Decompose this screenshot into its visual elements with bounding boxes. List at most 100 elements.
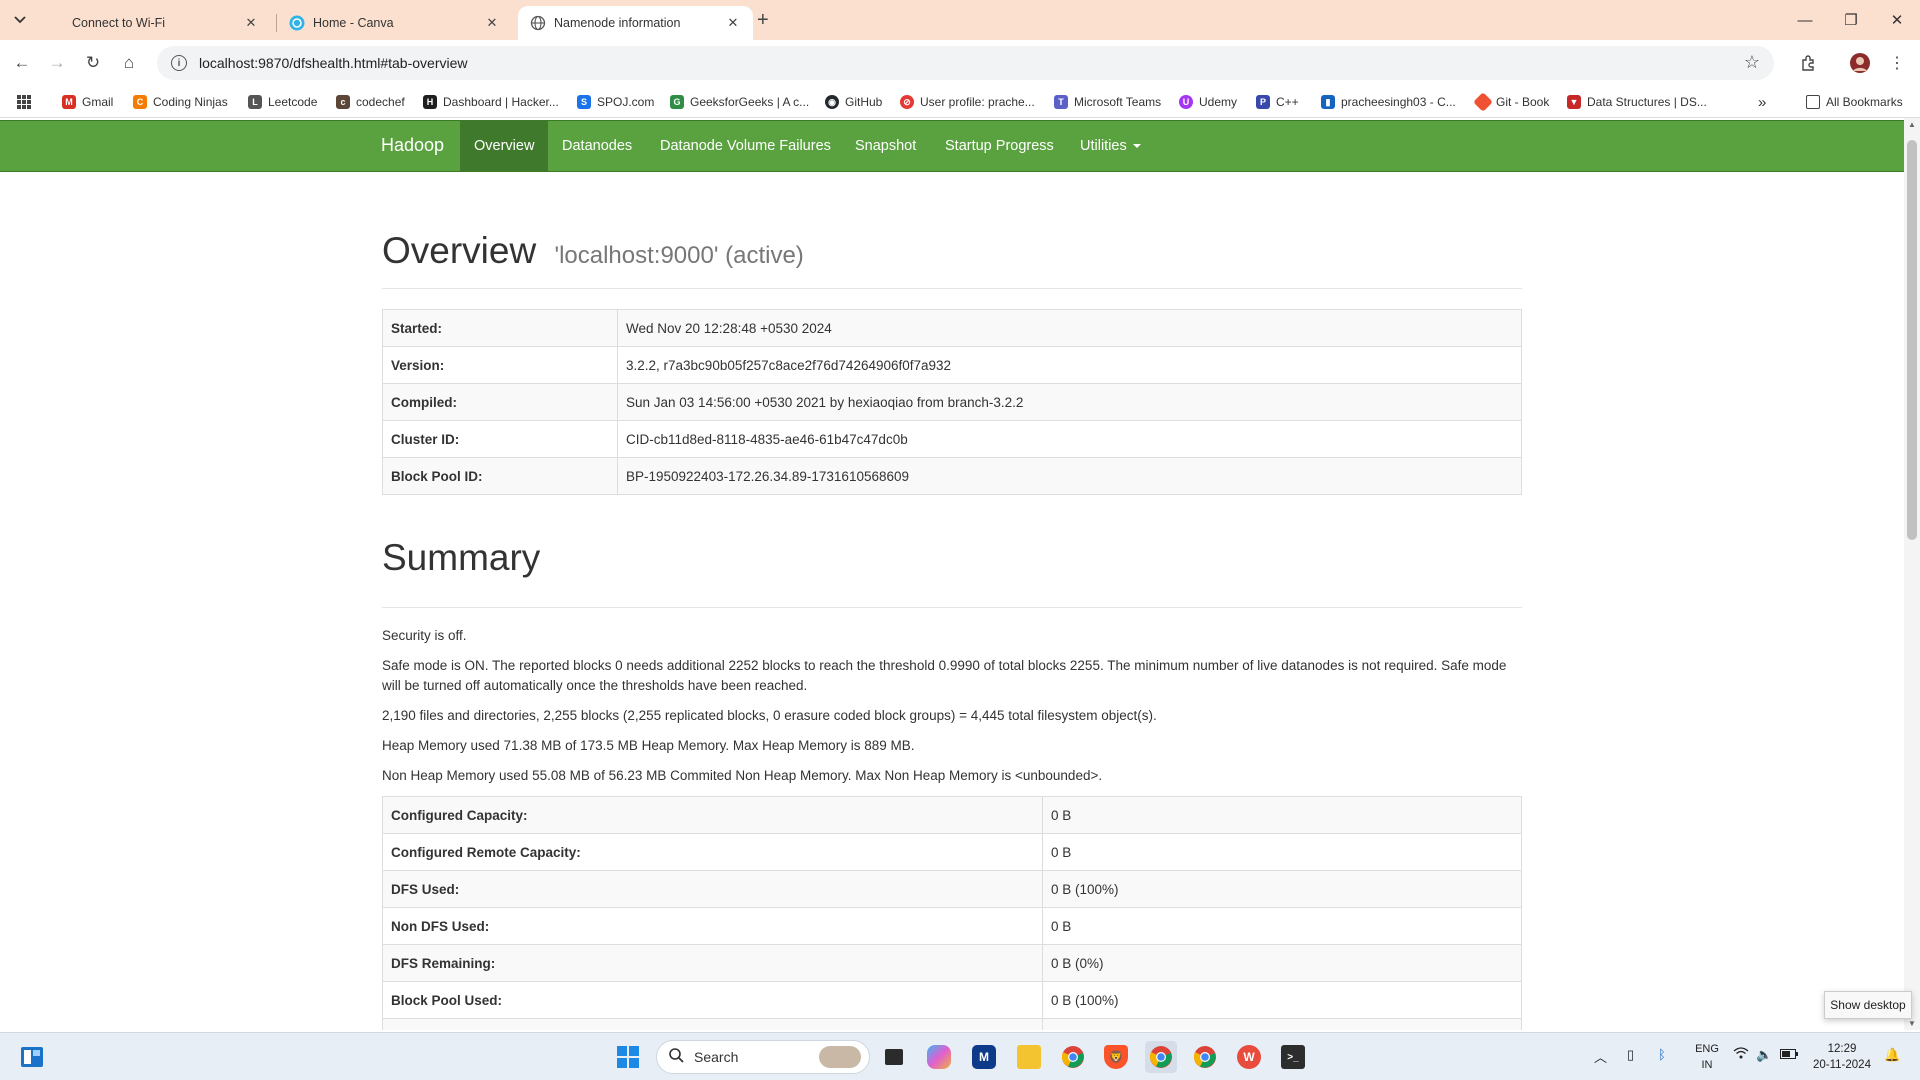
wps-office-icon[interactable]: W [1233, 1041, 1265, 1073]
more-bookmarks-icon[interactable]: » [1758, 92, 1766, 112]
nav-utilities-label: Utilities [1080, 138, 1127, 154]
file-explorer-icon[interactable] [1013, 1041, 1045, 1073]
bookmark-star-icon[interactable]: ☆ [1744, 52, 1760, 73]
new-tab-button[interactable]: + [757, 9, 769, 32]
bookmark-coding-ninjas[interactable]: C Coding Ninjas [133, 92, 228, 112]
scroll-down-arrow-icon[interactable]: ▼ [1908, 1019, 1916, 1028]
task-view-icon[interactable] [878, 1041, 910, 1073]
tab-title: Namenode information [554, 16, 681, 30]
nav-overview[interactable]: Overview [460, 121, 549, 171]
tab-search-button[interactable] [8, 8, 32, 32]
table-row: DFS Remaining: 0 B (0%) [382, 944, 1522, 982]
bookmark-hackerrank[interactable]: H Dashboard | Hacker... [423, 92, 559, 112]
summary-paragraph: Safe mode is ON. The reported blocks 0 n… [382, 658, 1507, 693]
nav-snapshot[interactable]: Snapshot [841, 121, 930, 171]
row-value: Wed Nov 20 12:28:48 +0530 2024 [617, 309, 1522, 347]
page-scrollbar[interactable]: ▲ ▼ [1904, 118, 1920, 1030]
minimize-icon[interactable]: — [1782, 0, 1828, 40]
bookmark-user-profile[interactable]: ⊘ User profile: prache... [900, 92, 1035, 112]
tab-close-icon[interactable]: ✕ [484, 15, 500, 31]
windows-start-icon[interactable] [612, 1041, 644, 1073]
row-value: Sun Jan 03 14:56:00 +0530 2021 by hexiao… [617, 383, 1522, 421]
bluetooth-icon[interactable]: ᛒ [1658, 1047, 1666, 1062]
profile-avatar[interactable] [1848, 51, 1872, 75]
widgets-icon[interactable] [16, 1041, 48, 1073]
kebab-menu-icon[interactable]: ⋮ [1885, 51, 1909, 75]
bookmark-github[interactable]: ◉ GitHub [825, 92, 882, 112]
hadoop-brand[interactable]: Hadoop [381, 135, 444, 156]
copilot-icon[interactable] [923, 1041, 955, 1073]
row-key: Started: [382, 309, 618, 347]
row-key: Configured Remote Capacity: [382, 833, 1043, 871]
forward-arrow-icon[interactable]: → [44, 50, 70, 76]
show-hidden-icons-chevron[interactable]: ︿ [1594, 1047, 1607, 1066]
bookmark-pracheesingh03[interactable]: ▮ pracheesingh03 - C... [1321, 92, 1456, 112]
table-row: Compiled: Sun Jan 03 14:56:00 +0530 2021 … [382, 383, 1522, 421]
all-bookmarks-button[interactable]: All Bookmarks [1806, 92, 1903, 112]
battery-icon[interactable] [1780, 1047, 1798, 1062]
bookmark-label: pracheesingh03 - C... [1341, 95, 1456, 109]
volume-icon[interactable]: 🔈 [1756, 1047, 1772, 1063]
terminal-icon[interactable]: >_ [1277, 1041, 1309, 1073]
summary-paragraph: Non Heap Memory used 55.08 MB of 56.23 M… [382, 768, 1103, 783]
bookmark-spoj[interactable]: S SPOJ.com [577, 92, 654, 112]
overview-title: Overview [382, 230, 537, 271]
bookmark-cpp[interactable]: P C++ [1256, 92, 1299, 112]
scroll-up-arrow-icon[interactable]: ▲ [1908, 120, 1916, 129]
bookmark-data-structures[interactable]: ▼ Data Structures | DS... [1567, 92, 1707, 112]
wifi-icon[interactable] [1733, 1047, 1749, 1062]
overview-heading: Overview 'localhost:9000' (active) [382, 230, 1522, 289]
nav-startup-progress[interactable]: Startup Progress [931, 121, 1068, 171]
extensions-icon[interactable] [1797, 51, 1821, 75]
chrome-secondary-icon[interactable] [1189, 1041, 1221, 1073]
chrome-profile-icon[interactable] [1145, 1041, 1177, 1073]
taskbar-search-box[interactable]: Search [656, 1040, 870, 1074]
nav-datanode-volume-failures[interactable]: Datanode Volume Failures [646, 121, 845, 171]
nav-datanodes[interactable]: Datanodes [548, 121, 646, 171]
address-bar[interactable]: i localhost:9870/dfshealth.html#tab-over… [157, 46, 1774, 80]
canva-icon [289, 15, 305, 31]
github-icon: ◉ [825, 95, 839, 109]
bookmark-udemy[interactable]: U Udemy [1179, 92, 1237, 112]
chrome-icon[interactable] [1057, 1041, 1089, 1073]
bookmark-label: C++ [1276, 95, 1299, 109]
bookmark-leetcode[interactable]: L Leetcode [248, 92, 317, 112]
nav-utilities-dropdown[interactable]: Utilities [1066, 121, 1155, 171]
row-key: Version: [382, 346, 618, 384]
url-text[interactable]: localhost:9870/dfshealth.html#tab-overvi… [199, 55, 468, 71]
bookmark-microsoft-teams[interactable]: T Microsoft Teams [1054, 92, 1161, 112]
tab-title: Connect to Wi-Fi [72, 16, 166, 30]
home-icon[interactable]: ⌂ [116, 50, 142, 76]
tab-close-icon[interactable]: ✕ [725, 15, 741, 31]
close-window-icon[interactable]: ✕ [1874, 0, 1920, 40]
summary-heading: Summary [382, 537, 1522, 608]
reload-icon[interactable]: ↻ [80, 50, 106, 76]
bookmark-label: User profile: prache... [920, 95, 1035, 109]
geeksforgeeks-icon: G [670, 95, 684, 109]
site-info-icon[interactable]: i [171, 55, 187, 71]
restore-icon[interactable]: ❐ [1828, 0, 1874, 40]
microsoft-teams-app-icon[interactable]: M [968, 1041, 1000, 1073]
browser-tab-namenode[interactable]: Namenode information ✕ [518, 6, 753, 40]
bookmark-gmail[interactable]: M Gmail [62, 92, 113, 112]
search-placeholder: Search [694, 1049, 739, 1065]
browser-tab-wifi[interactable]: Connect to Wi-Fi ✕ [36, 6, 271, 40]
scrollbar-thumb[interactable] [1907, 140, 1917, 540]
tab-close-icon[interactable]: ✕ [243, 15, 259, 31]
notification-bell-icon[interactable]: 🔔 [1884, 1047, 1900, 1063]
system-clock[interactable]: 12:29 20-11-2024 [1812, 1041, 1872, 1073]
gmail-icon: M [62, 95, 76, 109]
bookmark-codechef[interactable]: c codechef [336, 92, 405, 112]
apps-grid-icon[interactable] [16, 92, 32, 112]
bookmark-geeksforgeeks[interactable]: G GeeksforGeeks | A c... [670, 92, 809, 112]
table-row: Configured Remote Capacity: 0 B [382, 833, 1522, 871]
table-row: Non DFS Used: 0 B [382, 907, 1522, 945]
usb-device-icon[interactable]: ▯ [1627, 1047, 1634, 1063]
bookmark-git-book[interactable]: Git - Book [1473, 92, 1549, 112]
row-key: Configured Capacity: [382, 796, 1043, 834]
cpp-icon: P [1256, 95, 1270, 109]
brave-icon[interactable]: 🦁 [1100, 1041, 1132, 1073]
browser-tab-canva[interactable]: Home - Canva ✕ [277, 6, 512, 40]
language-indicator[interactable]: ENG IN [1690, 1041, 1724, 1073]
back-arrow-icon[interactable]: ← [9, 50, 35, 76]
